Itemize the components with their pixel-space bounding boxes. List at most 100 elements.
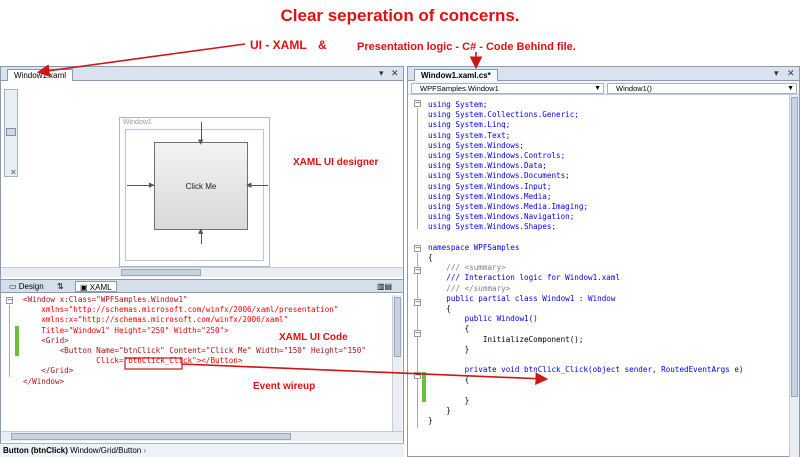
member-dropdown[interactable]: Window1() ▼	[607, 83, 797, 94]
initialize-call: InitializeComponent();	[482, 334, 584, 344]
guide-arrow-icon: ▲	[198, 227, 204, 235]
designer-status-bar: Button (btnClick) Window/Grid/Button ›	[0, 443, 404, 457]
designer-click-me-button[interactable]: Click Me	[154, 142, 248, 230]
left-tabstrip: Window1.xaml ▾ ✕	[1, 67, 403, 81]
selected-element-status[interactable]: Button (btnClick)	[3, 446, 68, 455]
using-line: using System.Windows.Shapes;	[428, 222, 557, 232]
using-line: using System.Windows.Controls;	[428, 151, 566, 161]
namespace-line: namespace WPFSamples	[428, 242, 520, 252]
using-line: using System.Linq;	[428, 120, 511, 130]
type-dropdown[interactable]: WPFSamples.Window1 ▼	[411, 83, 604, 94]
design-xaml-split-bar: ▭ Design ⇅ ▣ XAML ▥▤	[1, 279, 403, 293]
event-handler-declaration: private void btnClick_Click(object sende…	[464, 365, 744, 375]
collapse-icon[interactable]: −	[414, 267, 421, 274]
fold-guide	[9, 305, 10, 377]
doc-comment-text: /// Interaction logic for Window1.xaml	[446, 273, 621, 283]
tab-xaml[interactable]: ▣ XAML	[75, 281, 117, 292]
zoom-reset-icon[interactable]: ✕	[10, 168, 17, 177]
using-line: using System.Windows;	[428, 140, 525, 150]
xaml-line-4: Title="Window1" Height="250" Width="250"…	[23, 325, 229, 335]
presentation-logic-label: Presentation logic - C# - Code Behind fi…	[357, 41, 576, 53]
using-line: using System.Windows.Documents;	[428, 171, 570, 181]
using-line: using System.Windows.Media.Imaging;	[428, 202, 589, 212]
event-wireup-label: Event wireup	[253, 381, 316, 392]
xaml-hscroll-thumb[interactable]	[11, 433, 291, 440]
collapse-icon[interactable]: −	[414, 372, 421, 379]
zoom-slider[interactable]: ✕	[4, 89, 18, 177]
brace: }	[464, 395, 470, 405]
tab-window1-xaml-cs[interactable]: Window1.xaml.cs*	[414, 69, 498, 81]
code-vscroll[interactable]	[789, 95, 799, 457]
csharp-code[interactable]: using System; using System.Collections.G…	[428, 100, 743, 427]
xaml-line-3: xmlns:x="http://schemas.microsoft.com/wi…	[23, 315, 289, 325]
tab-menu-icon[interactable]: ▾	[379, 68, 384, 80]
chevron-down-icon: ▼	[787, 85, 794, 92]
code-vscroll-thumb[interactable]	[791, 97, 798, 397]
xaml-hscroll[interactable]	[1, 431, 403, 441]
slide-title: Clear seperation of concerns.	[280, 6, 520, 25]
ui-xaml-label: UI - XAML	[250, 38, 307, 52]
xaml-line-9: </Window>	[23, 376, 65, 386]
brace: }	[446, 406, 451, 416]
guide-arrow-icon: ▶	[149, 181, 155, 189]
using-line: using System.Windows.Media;	[428, 191, 552, 201]
zoom-slider-thumb[interactable]	[6, 128, 16, 136]
using-line: using System.Collections.Generic;	[428, 110, 579, 120]
designer-hscroll[interactable]	[1, 267, 403, 277]
collapse-icon[interactable]: −	[414, 330, 421, 337]
doc-comment: /// <summary>	[446, 263, 506, 273]
xaml-editor-pane: Window1.xaml ▾ ✕ ✕ Window1 Click Me ▼ ▲ …	[0, 66, 404, 457]
xaml-line-8: </Grid>	[23, 366, 74, 376]
ampersand-label: &	[318, 38, 327, 52]
collapse-icon[interactable]: −	[414, 100, 421, 107]
collapse-icon[interactable]: −	[414, 299, 421, 306]
right-tabstrip: Window1.xaml.cs* ▾ ✕	[408, 67, 799, 81]
brace: }	[464, 344, 470, 354]
swap-panes-button[interactable]: ⇅	[53, 281, 68, 292]
constructor-declaration: public Window1()	[464, 314, 538, 324]
collapse-icon[interactable]: −	[414, 245, 421, 252]
doc-comment: /// </summary>	[446, 283, 511, 293]
using-line: using System.Windows.Navigation;	[428, 212, 575, 222]
tab-menu-icon[interactable]: ▾	[774, 68, 779, 80]
fold-guide	[417, 108, 418, 229]
fold-guide	[417, 253, 418, 428]
designer-window-title: Window1	[123, 119, 152, 126]
tab-window1-xaml[interactable]: Window1.xaml	[7, 69, 74, 81]
element-path-status[interactable]: Window/Grid/Button	[70, 446, 141, 455]
close-icon[interactable]: ✕	[391, 68, 399, 80]
brace: {	[464, 324, 470, 334]
guide-arrow-icon: ▼	[198, 138, 204, 146]
brace: {	[446, 304, 451, 314]
tab-design[interactable]: ▭ Design	[5, 281, 48, 292]
code-behind-pane: Window1.xaml.cs* ▾ ✕ WPFSamples.Window1 ▼…	[407, 66, 800, 457]
brace: {	[464, 375, 470, 385]
xaml-vscroll[interactable]	[392, 295, 402, 431]
designer-hscroll-thumb[interactable]	[121, 269, 201, 276]
chevron-right-icon: ›	[143, 446, 147, 455]
using-line: using System.Text;	[428, 130, 511, 140]
change-marker	[15, 326, 19, 356]
xaml-designer-label: XAML UI designer	[293, 157, 379, 168]
using-line: using System.Windows.Input;	[428, 181, 552, 191]
using-line: using System;	[428, 100, 488, 109]
xaml-line-2: xmlns="http://schemas.microsoft.com/winf…	[23, 305, 339, 315]
brace: {	[428, 253, 433, 263]
xaml-line-5: <Grid>	[23, 335, 69, 345]
using-line: using System.Windows.Data;	[428, 161, 547, 171]
xaml-line-6: <Button Name="btnClick" Content="Click M…	[23, 346, 366, 356]
split-layout-icon[interactable]: ▥▤	[373, 281, 396, 292]
chevron-down-icon: ▼	[594, 85, 601, 92]
design-icon: ▭	[9, 282, 19, 291]
collapse-icon[interactable]: −	[6, 297, 13, 304]
xaml-icon: ▣	[80, 283, 90, 292]
xaml-vscroll-thumb[interactable]	[394, 297, 401, 357]
class-declaration: public partial class Window1 : Window	[446, 293, 616, 303]
brace: }	[428, 416, 433, 426]
guide-arrow-icon: ◀	[246, 181, 252, 189]
xaml-line-7: Click="btnClick_Click"></Button>	[23, 356, 243, 366]
xaml-ui-code-label: XAML UI Code	[279, 332, 348, 343]
xaml-line-1: <Window x:Class="WPFSamples.Window1"	[23, 295, 188, 304]
change-marker	[422, 372, 426, 402]
close-icon[interactable]: ✕	[787, 68, 795, 80]
